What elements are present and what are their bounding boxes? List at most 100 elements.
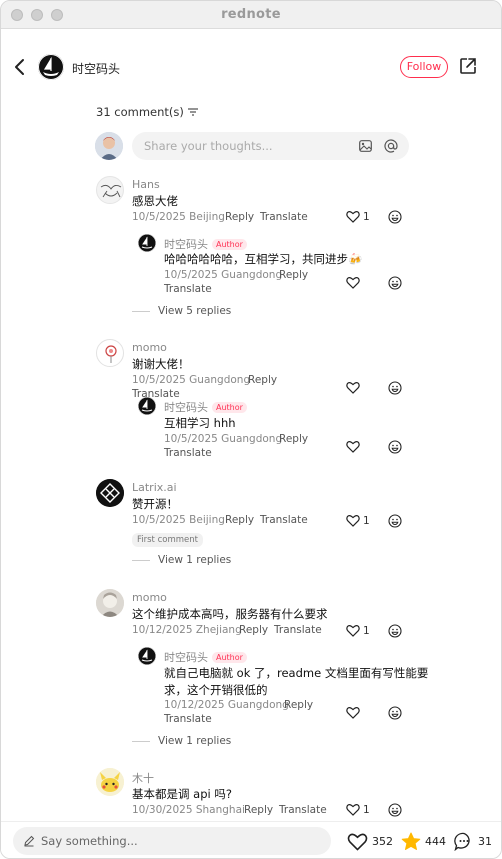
post-comment-button[interactable]: 31	[454, 832, 492, 851]
reply-username[interactable]: 时空码头 Author	[164, 649, 247, 665]
comment-input[interactable]	[132, 132, 332, 160]
avatar[interactable]	[138, 647, 156, 665]
author-avatar[interactable]	[38, 54, 64, 80]
comment-input-box[interactable]	[132, 132, 409, 160]
reply-button[interactable]: Reply	[225, 211, 254, 223]
post-like-count: 352	[372, 835, 393, 848]
emoji-icon[interactable]	[388, 440, 402, 454]
reply-username[interactable]: 时空码头 Author	[164, 399, 247, 415]
translate-button[interactable]: Translate	[279, 804, 327, 816]
bottom-action-bar: 352 444 31	[1, 821, 501, 858]
like-button[interactable]	[346, 381, 360, 394]
post-like-button[interactable]: 352	[347, 832, 393, 851]
translate-button[interactable]: Translate	[274, 624, 322, 636]
like-button[interactable]: 1	[346, 624, 370, 637]
reply-button[interactable]: Reply	[248, 374, 277, 386]
comment-meta: 10/5/2025 Beijing	[132, 514, 225, 526]
emoji-icon[interactable]	[388, 276, 402, 290]
view-replies-button[interactable]: View 5 replies	[132, 305, 231, 317]
say-something-box[interactable]	[13, 827, 331, 855]
comment-username[interactable]: Hans	[132, 178, 160, 191]
image-icon[interactable]	[359, 140, 372, 152]
share-icon[interactable]	[459, 57, 477, 75]
reply-username-text[interactable]: 时空码头	[164, 238, 208, 251]
comment-meta: 10/5/2025 Beijing	[132, 211, 225, 223]
avatar[interactable]	[96, 589, 124, 617]
avatar[interactable]	[96, 176, 124, 204]
reply-meta: 10/12/2025 Guangdong	[164, 699, 289, 711]
avatar[interactable]	[138, 234, 156, 252]
author-name[interactable]: 时空码头	[72, 60, 120, 77]
back-icon[interactable]	[13, 57, 27, 77]
comment-meta: 10/12/2025 Zhejiang	[132, 624, 242, 636]
sort-icon[interactable]	[187, 108, 198, 116]
first-comment-badge: First comment	[132, 533, 203, 547]
comment-text: 感恩大佬	[132, 194, 178, 208]
view-replies-button[interactable]: View 1 replies	[132, 554, 231, 566]
reply-button[interactable]: Reply	[279, 269, 308, 281]
translate-button[interactable]: Translate	[164, 283, 212, 295]
emoji-icon[interactable]	[388, 624, 402, 638]
avatar[interactable]	[96, 339, 124, 367]
divider-line	[132, 740, 150, 742]
avatar[interactable]	[96, 479, 124, 507]
comment-username[interactable]: momo	[132, 591, 167, 604]
like-count: 1	[363, 624, 370, 637]
follow-button[interactable]: Follow	[400, 56, 448, 78]
reply-button[interactable]: Reply	[244, 804, 273, 816]
comment-meta: 10/5/2025 Guangdong	[132, 374, 251, 386]
like-button[interactable]: 1	[346, 210, 370, 223]
view-replies-button[interactable]: View 1 replies	[132, 735, 231, 747]
avatar[interactable]	[96, 768, 124, 796]
comment-username[interactable]: Latrix.ai	[132, 481, 177, 494]
say-something-input[interactable]	[41, 834, 301, 848]
comment-username[interactable]: momo	[132, 341, 167, 354]
at-icon[interactable]	[384, 139, 398, 153]
like-button[interactable]: 1	[346, 803, 370, 816]
like-button[interactable]	[346, 276, 360, 289]
reply-button[interactable]: Reply	[225, 514, 254, 526]
reply-button[interactable]: Reply	[284, 699, 313, 711]
translate-button[interactable]: Translate	[260, 211, 308, 223]
translate-button[interactable]: Translate	[164, 447, 212, 459]
emoji-icon[interactable]	[388, 706, 402, 720]
like-count: 1	[363, 803, 370, 816]
comment-text: 谢谢大佬！	[132, 357, 190, 371]
like-button[interactable]: 1	[346, 514, 370, 527]
heart-icon	[347, 833, 368, 851]
translate-button[interactable]: Translate	[260, 514, 308, 526]
author-tag: Author	[212, 652, 247, 663]
reply-username[interactable]: 时空码头 Author	[164, 236, 247, 252]
heart-icon	[346, 382, 360, 394]
reply-text: 互相学习 hhh	[164, 416, 236, 430]
view-replies-label[interactable]: View 1 replies	[158, 735, 231, 747]
divider-line	[132, 559, 150, 561]
comment-count-label: 31 comment(s)	[96, 105, 184, 119]
reply-username-text[interactable]: 时空码头	[164, 401, 208, 414]
comment-composer-row	[95, 131, 411, 161]
post-star-button[interactable]: 444	[401, 832, 446, 851]
view-replies-label[interactable]: View 1 replies	[158, 554, 231, 566]
app-window: rednote 时空码头 Follow 31 comment(s) Hans 感…	[0, 0, 502, 859]
emoji-icon[interactable]	[388, 381, 402, 395]
star-icon	[401, 832, 421, 850]
emoji-icon[interactable]	[388, 514, 402, 528]
post-header: 时空码头 Follow	[1, 51, 501, 85]
like-button[interactable]	[346, 440, 360, 453]
view-replies-label[interactable]: View 5 replies	[158, 305, 231, 317]
emoji-icon[interactable]	[388, 803, 402, 817]
avatar[interactable]	[138, 397, 156, 415]
translate-button[interactable]: Translate	[164, 713, 212, 725]
current-user-avatar[interactable]	[95, 132, 123, 160]
heart-icon	[346, 625, 360, 637]
reply-button[interactable]: Reply	[279, 433, 308, 445]
reply-meta: 10/5/2025 Guangdong	[164, 269, 283, 281]
emoji-icon[interactable]	[388, 210, 402, 224]
like-button[interactable]	[346, 706, 360, 719]
reply-username-text[interactable]: 时空码头	[164, 651, 208, 664]
reply-button[interactable]: Reply	[239, 624, 268, 636]
comment-username[interactable]: 木十	[132, 770, 154, 786]
comment-count: 31 comment(s)	[96, 105, 198, 119]
comment-text: 赞开源！	[132, 497, 178, 511]
reply-text: 哈哈哈哈哈哈，互相学习，共同进步🍻	[164, 252, 363, 266]
